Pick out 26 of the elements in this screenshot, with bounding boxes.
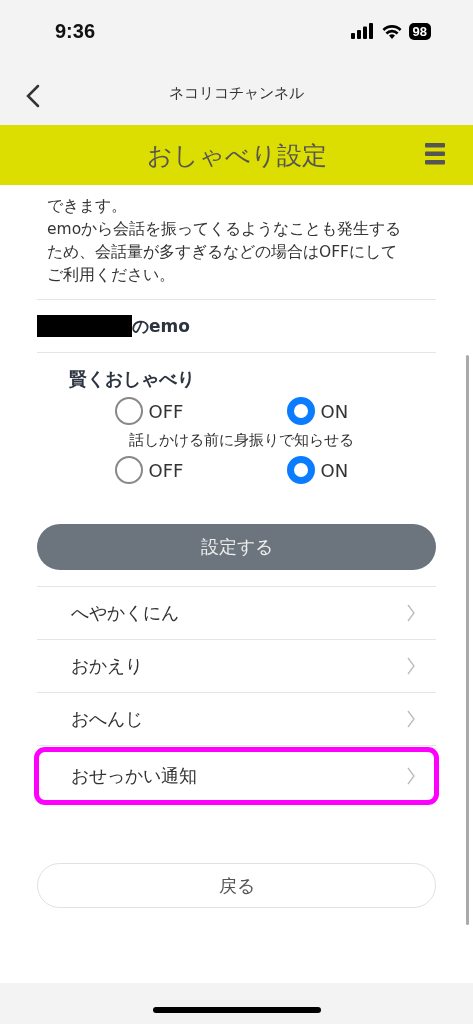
chevron-icon [407, 657, 416, 675]
device-name: のemo [132, 314, 190, 338]
radio-label: ON [320, 459, 349, 481]
radio-button[interactable] [114, 397, 143, 425]
radio-label: ON [320, 400, 349, 422]
description-text: できます。 emoから会話を振ってくるようなことも発生する ため、会話量が多すぎるなどの場合はOFFにして ご利用ください。 [37, 185, 436, 300]
radio-button[interactable] [286, 397, 315, 425]
nav-title: ネコリコチャンネル [169, 84, 304, 103]
radio-button[interactable] [286, 456, 315, 484]
radio-button[interactable] [114, 456, 143, 484]
signal-icon [350, 23, 375, 39]
status-time: 9:36 [55, 19, 96, 43]
chevron-icon [407, 710, 416, 728]
chevron-icon [407, 604, 416, 622]
wifi-icon [381, 23, 402, 39]
battery-level: 98 [408, 22, 431, 40]
chevron-icon [407, 767, 416, 785]
menu-item[interactable]: おせっかい通知 [33, 746, 440, 806]
radio-label: OFF [148, 400, 184, 422]
menu-icon[interactable] [425, 143, 445, 165]
submit-button[interactable]: 設定する [37, 524, 436, 570]
radio-label: OFF [148, 459, 184, 481]
section-title: 賢くおしゃべり [68, 367, 196, 391]
back-button[interactable]: 戻る [37, 863, 436, 908]
setting-label: 話しかける前に身振りで知らせる [128, 431, 355, 450]
page-title: おしゃべり設定 [146, 139, 327, 172]
